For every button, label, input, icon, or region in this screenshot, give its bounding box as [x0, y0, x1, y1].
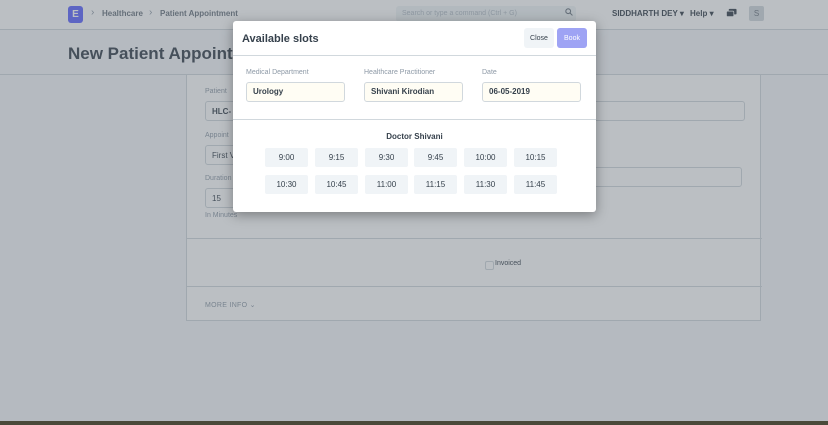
slot-button[interactable]: 10:15	[514, 148, 557, 167]
slot-button[interactable]: 10:00	[464, 148, 507, 167]
date-label: Date	[482, 69, 497, 76]
slot-button[interactable]: 11:45	[514, 175, 557, 194]
slot-button[interactable]: 10:30	[265, 175, 308, 194]
date-field[interactable]: 06-05-2019	[482, 82, 581, 102]
close-button[interactable]: Close	[524, 28, 554, 48]
slot-button[interactable]: 10:45	[315, 175, 358, 194]
practitioner-label: Healthcare Practitioner	[364, 69, 436, 76]
taskbar-strip	[0, 421, 828, 425]
slot-button[interactable]: 9:00	[265, 148, 308, 167]
dialog-title: Available slots	[242, 33, 319, 45]
dialog-section-divider	[233, 119, 596, 120]
slot-button[interactable]: 9:15	[315, 148, 358, 167]
slot-button[interactable]: 9:45	[414, 148, 457, 167]
slot-button[interactable]: 11:00	[365, 175, 408, 194]
slot-button[interactable]: 11:30	[464, 175, 507, 194]
practitioner-field[interactable]: Shivani Kirodian	[364, 82, 463, 102]
doctor-heading: Doctor Shivani	[386, 132, 443, 141]
dialog-header-divider	[233, 55, 596, 56]
slot-button[interactable]: 9:30	[365, 148, 408, 167]
slot-button[interactable]: 11:15	[414, 175, 457, 194]
available-slots-dialog: Available slots Close Book Medical Depar…	[233, 21, 596, 212]
department-field[interactable]: Urology	[246, 82, 345, 102]
department-label: Medical Department	[246, 69, 309, 76]
book-button[interactable]: Book	[557, 28, 587, 48]
